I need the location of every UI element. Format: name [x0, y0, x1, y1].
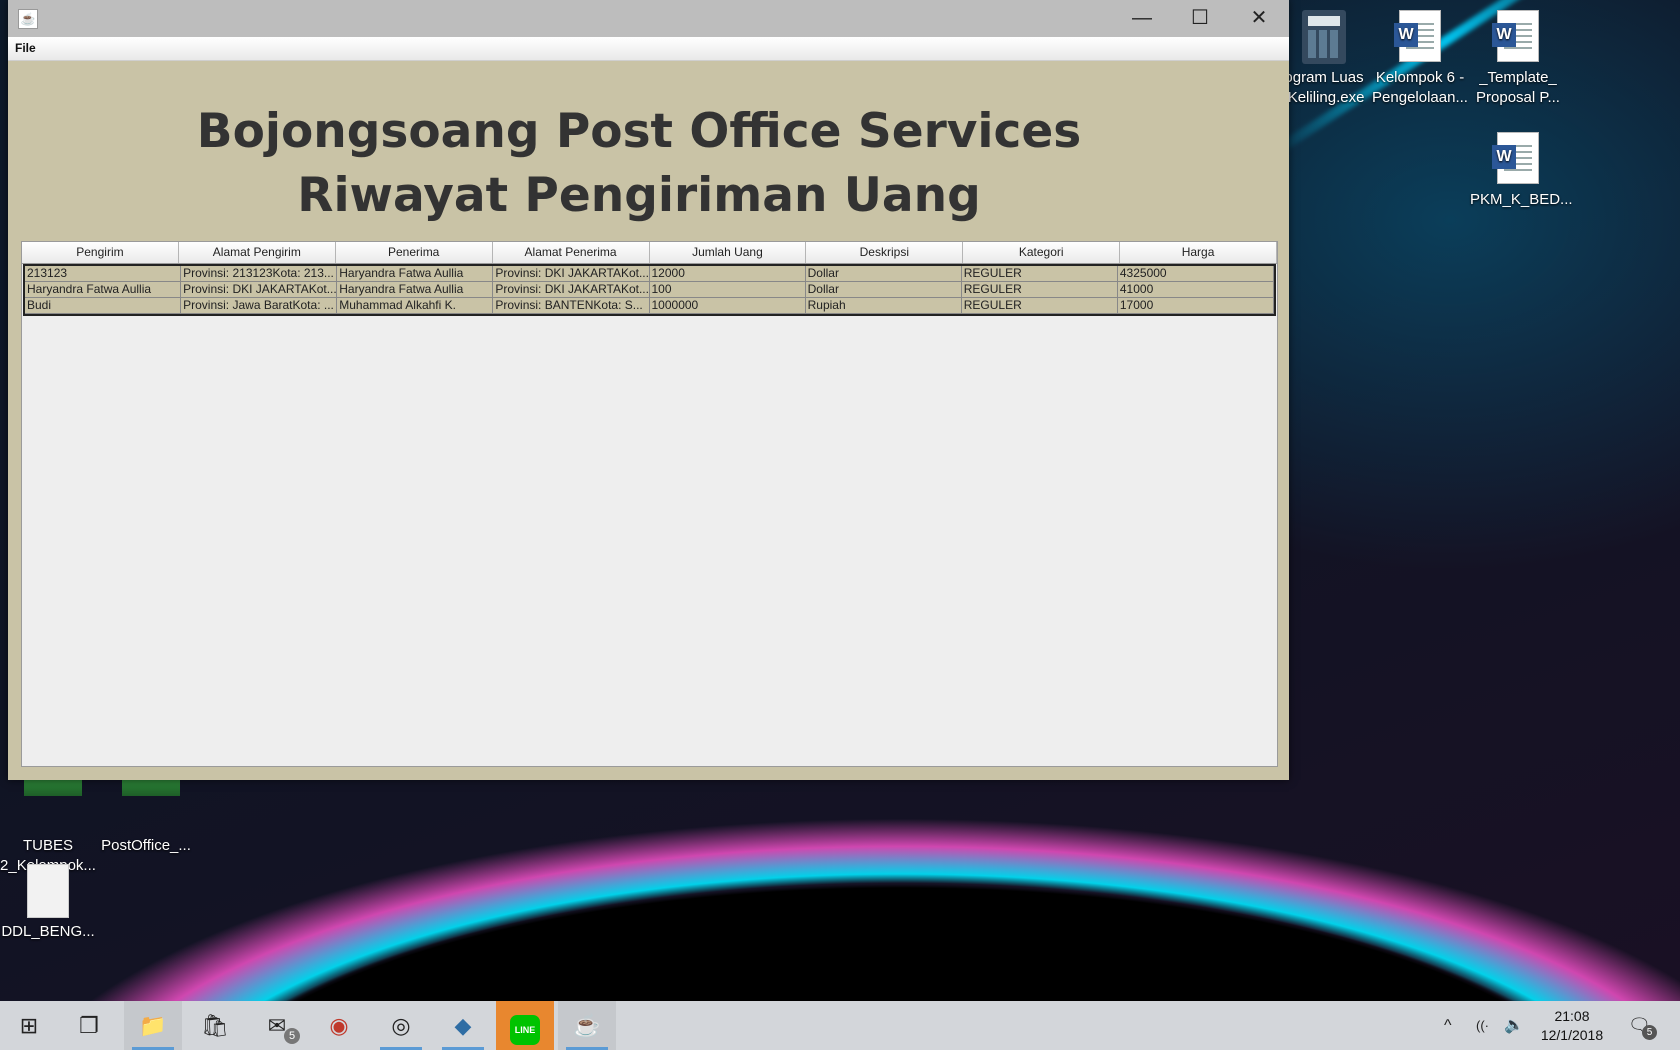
column-header[interactable]: Pengirim	[22, 242, 179, 263]
column-header[interactable]: Deskripsi	[806, 242, 964, 263]
column-header[interactable]: Alamat Pengirim	[179, 242, 336, 263]
minimize-button[interactable]: —	[1113, 0, 1171, 37]
windows-start-icon[interactable]: ⊞	[0, 1001, 58, 1050]
java-icon[interactable]: ☕	[558, 1001, 616, 1050]
page-title: Bojongsoang Post Office Services Riwayat…	[8, 100, 1270, 228]
table-cell[interactable]: 41000	[1117, 282, 1274, 298]
table-cell[interactable]: Haryandra Fatwa Aullia	[337, 266, 494, 282]
virtualbox-icon[interactable]: ◆	[434, 1001, 492, 1050]
table-cell[interactable]: REGULER	[961, 282, 1118, 298]
table-cell[interactable]: 100	[649, 282, 806, 298]
table-cell[interactable]: Provinsi: DKI JAKARTAKot...	[181, 282, 338, 298]
line-icon[interactable]: LINE	[496, 1001, 554, 1050]
word-document-icon: W	[1492, 10, 1542, 64]
maximize-button[interactable]: ☐	[1171, 0, 1229, 37]
table-header: Pengirim Alamat Pengirim Penerima Alamat…	[22, 242, 1277, 264]
table-cell[interactable]: Provinsi: DKI JAKARTAKot...	[493, 282, 650, 298]
table-cell[interactable]: Dollar	[805, 282, 962, 298]
rar-archive-icon	[122, 778, 180, 832]
chrome-icon[interactable]: ◎	[372, 1001, 430, 1050]
taskbar: ⊞ ❐ 📁 🛍 ✉ 5 ◉ ◎ ◆ LINE ☕ ^ ((· 🔈 21:08 1…	[0, 1001, 1680, 1050]
table-cell[interactable]: Muhammad Alkahfi K.	[337, 298, 494, 314]
table-body: 213123 Provinsi: 213123Kota: 213... Hary…	[23, 264, 1276, 316]
column-header[interactable]: Jumlah Uang	[650, 242, 807, 263]
desktop-icon-label: PKM_K_BED...	[1470, 191, 1573, 208]
title-line-2: Riwayat Pengiriman Uang	[297, 168, 981, 223]
app-window: ☕ — ☐ ✕ File Bojongsoang Post Office Ser…	[8, 0, 1289, 780]
column-header[interactable]: Kategori	[963, 242, 1121, 263]
table-cell[interactable]: Dollar	[805, 266, 962, 282]
java-icon[interactable]: ☕	[18, 9, 38, 29]
table-cell[interactable]: Haryandra Fatwa Aullia	[25, 282, 182, 298]
table-cell[interactable]: Haryandra Fatwa Aullia	[337, 282, 494, 298]
table-cell[interactable]: Provinsi: Jawa BaratKota: ...	[181, 298, 338, 314]
game-app-icon[interactable]: ◉	[310, 1001, 368, 1050]
table-cell[interactable]: Provinsi: DKI JAKARTAKot...	[493, 266, 650, 282]
desktop-icon-pkm[interactable]: W PKM_K_BED...	[1470, 132, 1573, 210]
table-cell[interactable]: Rupiah	[805, 298, 962, 314]
column-header[interactable]: Alamat Penerima	[493, 242, 650, 263]
close-button[interactable]: ✕	[1230, 0, 1288, 37]
volume-icon[interactable]: 🔈	[1504, 1001, 1524, 1050]
table-cell[interactable]: 17000	[1117, 298, 1274, 314]
clock[interactable]: 21:08 12/1/2018	[1534, 1007, 1610, 1045]
word-document-icon: W	[1492, 132, 1542, 186]
desktop-icon-kelompok-6[interactable]: W Kelompok 6 - Pengelolaan...	[1372, 10, 1468, 108]
table-cell[interactable]: Budi	[25, 298, 182, 314]
desktop-icon-label: PostOffice_...	[101, 837, 191, 854]
notifications-icon[interactable]: 🗨 5	[1628, 1001, 1657, 1050]
calculator-icon	[1300, 10, 1348, 64]
desktop-icon-ddl[interactable]: DDL_BENG...	[0, 864, 96, 942]
table-cell[interactable]: 12000	[649, 266, 806, 282]
menu-bar: File	[8, 37, 1289, 61]
column-header[interactable]: Harga	[1120, 242, 1277, 263]
rar-archive-icon	[24, 778, 82, 832]
notifications-badge: 5	[1642, 1025, 1657, 1040]
blank-file-icon	[24, 864, 72, 918]
table-cell[interactable]: 4325000	[1117, 266, 1274, 282]
word-document-icon: W	[1394, 10, 1444, 64]
desktop-icon-program-luas[interactable]: ogram Luas Keliling.exe	[1276, 10, 1372, 108]
task-view-icon[interactable]: ❐	[60, 1001, 118, 1050]
desktop-icon-label: DDL_BENG...	[1, 923, 95, 940]
table-cell[interactable]: Provinsi: 213123Kota: 213...	[181, 266, 338, 282]
column-header[interactable]: Penerima	[336, 242, 493, 263]
desktop-icon-template-proposal[interactable]: W _Template_ Proposal P...	[1470, 10, 1566, 108]
table-cell[interactable]: REGULER	[961, 266, 1118, 282]
file-explorer-icon[interactable]: 📁	[124, 1001, 182, 1050]
chrome-glyph: ◎	[391, 1013, 411, 1038]
table-row[interactable]: Haryandra Fatwa Aullia Provinsi: DKI JAK…	[25, 282, 1274, 298]
table-cell[interactable]: Provinsi: BANTENKota: S...	[493, 298, 650, 314]
table-cell[interactable]: 213123	[25, 266, 182, 282]
desktop-icon-label: ogram Luas Keliling.exe	[1284, 69, 1365, 106]
title-line-1: Bojongsoang Post Office Services	[196, 104, 1082, 159]
desktop-icon-label: Kelompok 6 - Pengelolaan...	[1372, 69, 1468, 106]
table-cell[interactable]: REGULER	[961, 298, 1118, 314]
desktop-icon-label: _Template_ Proposal P...	[1476, 69, 1560, 106]
table-cell[interactable]: 1000000	[649, 298, 806, 314]
table-row[interactable]: 213123 Provinsi: 213123Kota: 213... Hary…	[25, 266, 1274, 282]
file-explorer-glyph: 📁	[139, 1013, 167, 1038]
mail-icon[interactable]: ✉ 5	[248, 1001, 306, 1050]
table-row[interactable]: Budi Provinsi: Jawa BaratKota: ... Muham…	[25, 298, 1274, 314]
title-bar[interactable]: ☕ — ☐ ✕	[8, 0, 1289, 37]
history-table[interactable]: Pengirim Alamat Pengirim Penerima Alamat…	[21, 241, 1278, 767]
java-glyph: ☕	[573, 1013, 601, 1038]
clock-date: 12/1/2018	[1540, 1027, 1604, 1043]
line-glyph: LINE	[510, 1015, 540, 1045]
virtualbox-glyph: ◆	[454, 1013, 472, 1038]
mail-badge: 5	[284, 1028, 300, 1044]
menu-file[interactable]: File	[15, 41, 36, 55]
network-icon[interactable]: ((·	[1476, 1001, 1489, 1050]
clock-time: 21:08	[1554, 1008, 1590, 1024]
store-icon[interactable]: 🛍	[186, 1001, 244, 1050]
chevron-up-icon[interactable]: ^	[1444, 1001, 1452, 1050]
